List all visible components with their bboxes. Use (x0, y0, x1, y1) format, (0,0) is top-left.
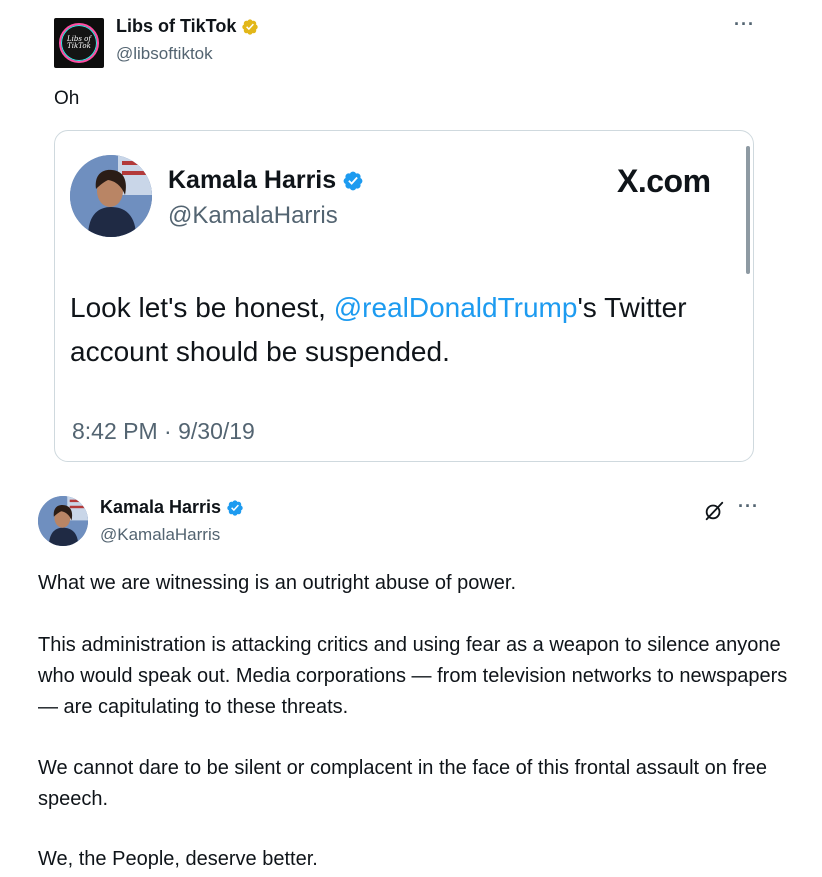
quoted-tweet-timestamp[interactable]: 8:42 PM · 9/30/19 (72, 418, 255, 445)
quoted-author-name[interactable]: Kamala Harris (168, 166, 336, 195)
x-com-source-label: X.com (617, 163, 711, 199)
tweet-paragraph-1: What we are witnessing is an outright ab… (38, 572, 517, 594)
quoted-tweet-text: Look let's be honest, @realDonaldTrump's… (70, 286, 730, 374)
verified-gold-badge-icon (242, 18, 259, 35)
outer-author-handle[interactable]: @libsoftiktok (116, 44, 213, 64)
verified-blue-badge-icon (227, 499, 243, 516)
outer-tweet-text: Oh (54, 88, 80, 109)
outer-author-name[interactable]: Libs of TikTok (116, 16, 236, 37)
second-author-name-row[interactable]: Kamala Harris (100, 497, 244, 518)
card-scrollbar[interactable] (746, 146, 750, 274)
quoted-author-name-row[interactable]: Kamala Harris (168, 166, 364, 195)
mention-link[interactable]: @realDonaldTrump (334, 292, 578, 323)
outer-author-name-row[interactable]: Libs of TikTok (116, 16, 259, 37)
second-author-name[interactable]: Kamala Harris (100, 497, 221, 518)
verified-blue-badge-icon (343, 171, 363, 190)
tweet-paragraph-2: This administration is attacking critics… (38, 634, 788, 718)
second-more-options-button[interactable]: ··· (738, 496, 759, 517)
portrait-image (70, 155, 152, 237)
libs-of-tiktok-logo: Libs of TikTok (59, 23, 99, 63)
outer-more-options-button[interactable]: ··· (734, 14, 755, 35)
avatar-logo-line2: TikTok (67, 42, 91, 50)
tweet-paragraph-3: We cannot dare to be silent or complacen… (38, 757, 767, 810)
quoted-author-handle[interactable]: @KamalaHarris (168, 202, 338, 230)
tweet-paragraph-4: We, the People, deserve better. (38, 848, 318, 870)
quoted-text-before: Look let's be honest, (70, 292, 334, 323)
portrait-image-small (38, 496, 88, 546)
grok-icon[interactable] (703, 500, 725, 522)
libs-of-tiktok-avatar[interactable]: Libs of TikTok (54, 18, 104, 68)
second-author-handle[interactable]: @KamalaHarris (100, 525, 220, 545)
quoted-author-avatar[interactable] (70, 155, 152, 237)
kamala-harris-avatar[interactable] (38, 496, 88, 546)
